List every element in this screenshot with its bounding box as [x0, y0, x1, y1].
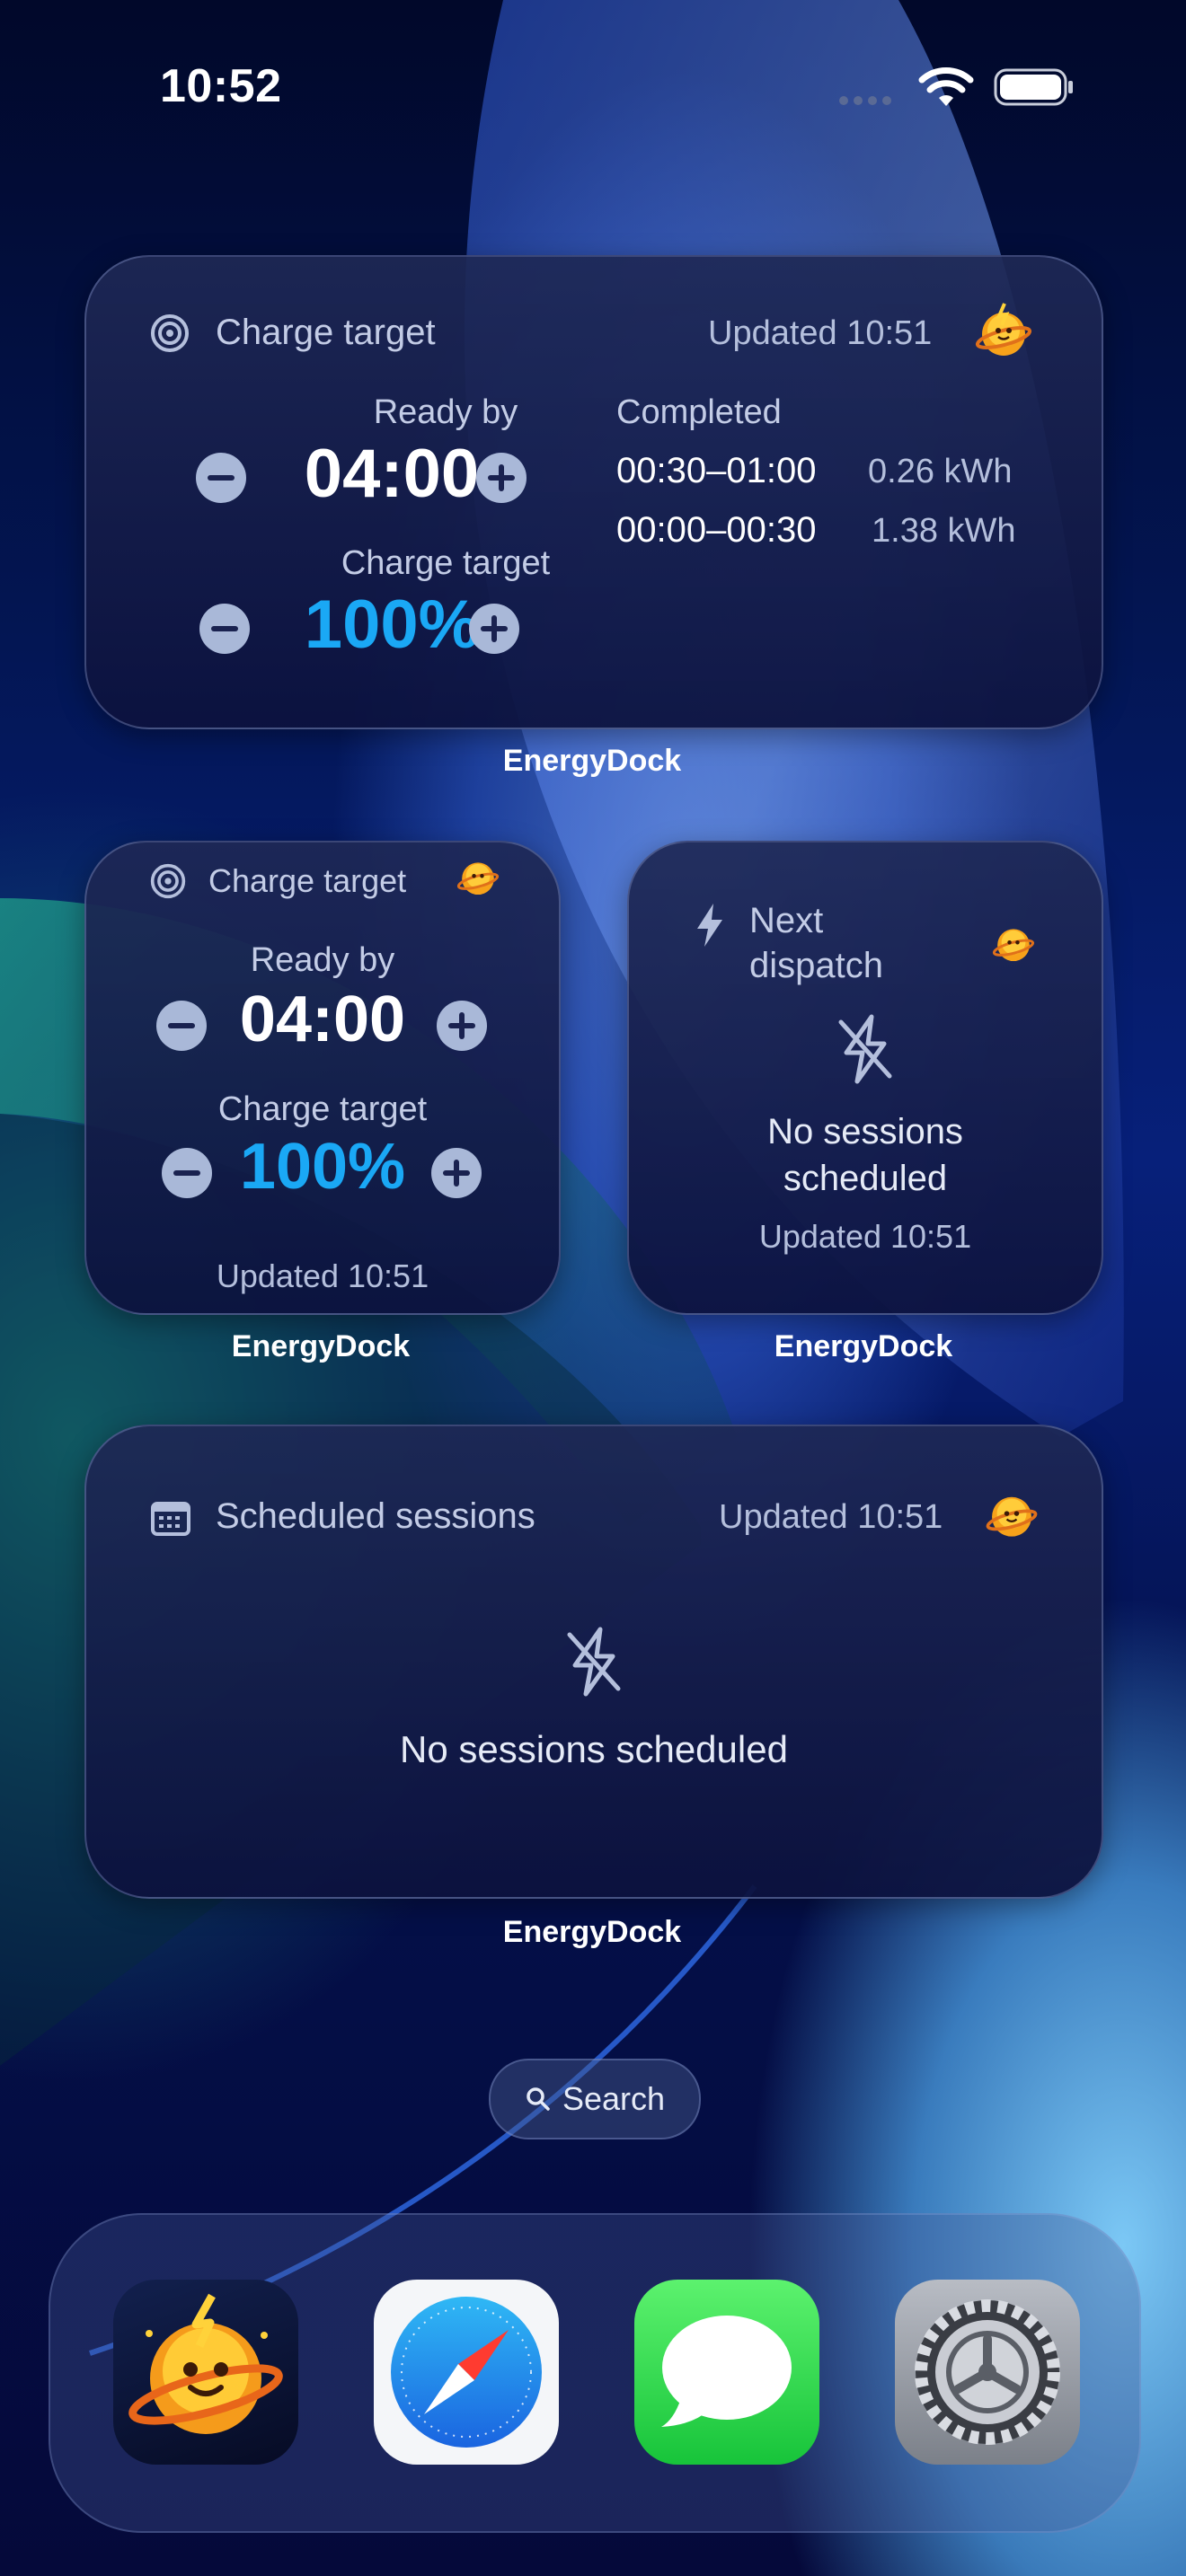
- completed-session-energy: 0.26 kWh: [868, 453, 1013, 490]
- battery-icon: [994, 68, 1073, 106]
- ready-by-label: Ready by: [373, 393, 518, 431]
- empty-state-message: No sessions scheduled: [400, 1728, 788, 1770]
- empty-state-message: No sessions scheduled: [629, 1108, 1102, 1202]
- completed-session-range: 00:00–00:30: [616, 510, 817, 550]
- empty-state-line: No sessions: [767, 1112, 963, 1151]
- widget-title: Charge target: [208, 862, 407, 899]
- target-icon: [150, 863, 186, 899]
- updated-time: Updated 10:51: [216, 1257, 429, 1294]
- widget-app-label: EnergyDock: [502, 744, 682, 778]
- settings-app-icon[interactable]: [895, 2280, 1080, 2465]
- widget-title-line: dispatch: [749, 946, 883, 985]
- dock: [49, 2213, 1141, 2533]
- updated-time: Updated 10:51: [708, 314, 933, 352]
- widget-app-label: EnergyDock: [502, 1915, 682, 1949]
- completed-label: Completed: [616, 393, 782, 431]
- energydock-mascot-icon: [128, 2293, 283, 2434]
- safari-app-icon[interactable]: [374, 2280, 559, 2465]
- energydock-app-icon[interactable]: [113, 2280, 298, 2465]
- messages-app-icon[interactable]: [634, 2280, 819, 2465]
- charge-target-widget-small[interactable]: Charge target Ready by 04:00 Charge targ…: [84, 841, 561, 1315]
- ready-by-increase-button[interactable]: [476, 453, 527, 503]
- next-dispatch-widget[interactable]: Next dispatch No sessions scheduled Upda…: [627, 841, 1103, 1315]
- completed-session-range: 00:30–01:00: [616, 451, 817, 490]
- completed-session-energy: 1.38 kWh: [872, 512, 1016, 550]
- ready-by-label: Ready by: [250, 941, 395, 979]
- energydock-mascot-icon: [975, 303, 1032, 356]
- energydock-mascot-icon: [992, 929, 1035, 962]
- search-label: Search: [562, 2080, 666, 2117]
- widget-app-label: EnergyDock: [231, 1329, 411, 1363]
- widget-title: Scheduled sessions: [216, 1496, 535, 1536]
- wifi-icon: [918, 67, 974, 106]
- charge-target-value: 100%: [239, 1131, 406, 1203]
- charge-target-label: Charge target: [217, 1090, 428, 1128]
- status-time: 10:52: [160, 60, 282, 112]
- search-button[interactable]: Search: [489, 2059, 701, 2139]
- energydock-mascot-icon: [456, 862, 500, 895]
- ready-by-value: 04:00: [239, 984, 406, 1055]
- ready-by-decrease-button[interactable]: [156, 1001, 207, 1051]
- speech-bubble-icon: [661, 2316, 792, 2427]
- charge-target-increase-button[interactable]: [431, 1148, 482, 1198]
- empty-state-line: scheduled: [783, 1159, 948, 1198]
- charge-target-decrease-button[interactable]: [162, 1148, 212, 1198]
- cellular-signal-icon: [839, 93, 902, 105]
- lightning-slash-icon: [567, 1627, 621, 1697]
- lightning-icon: [697, 904, 722, 947]
- updated-time: Updated 10:51: [719, 1498, 943, 1536]
- compass-icon: [391, 2297, 542, 2448]
- scheduled-sessions-widget[interactable]: Scheduled sessions Updated 10:51 No sess…: [84, 1425, 1103, 1899]
- target-icon: [151, 314, 189, 352]
- home-screen: { "status_bar": { "time": "10:52" }, "wi…: [0, 0, 1186, 2576]
- lightning-slash-icon: [838, 1014, 892, 1084]
- widget-app-label: EnergyDock: [774, 1329, 953, 1363]
- energydock-mascot-icon: [986, 1496, 1038, 1537]
- charge-target-increase-button[interactable]: [469, 604, 519, 654]
- charge-target-decrease-button[interactable]: [199, 604, 250, 654]
- charge-target-label: Charge target: [341, 544, 551, 582]
- charge-target-widget-large[interactable]: Charge target Updated 10:51 Ready by 04:…: [84, 255, 1103, 729]
- search-icon: [527, 2087, 550, 2111]
- updated-time: Updated 10:51: [758, 1218, 972, 1255]
- widget-title: Charge target: [216, 313, 436, 352]
- ready-by-increase-button[interactable]: [437, 1001, 487, 1051]
- gear-icon: [915, 2299, 1060, 2445]
- widget-title-line: Next: [749, 901, 824, 940]
- ready-by-decrease-button[interactable]: [196, 453, 246, 503]
- calendar-icon: [151, 1502, 190, 1536]
- widget-title: Next dispatch: [749, 898, 883, 988]
